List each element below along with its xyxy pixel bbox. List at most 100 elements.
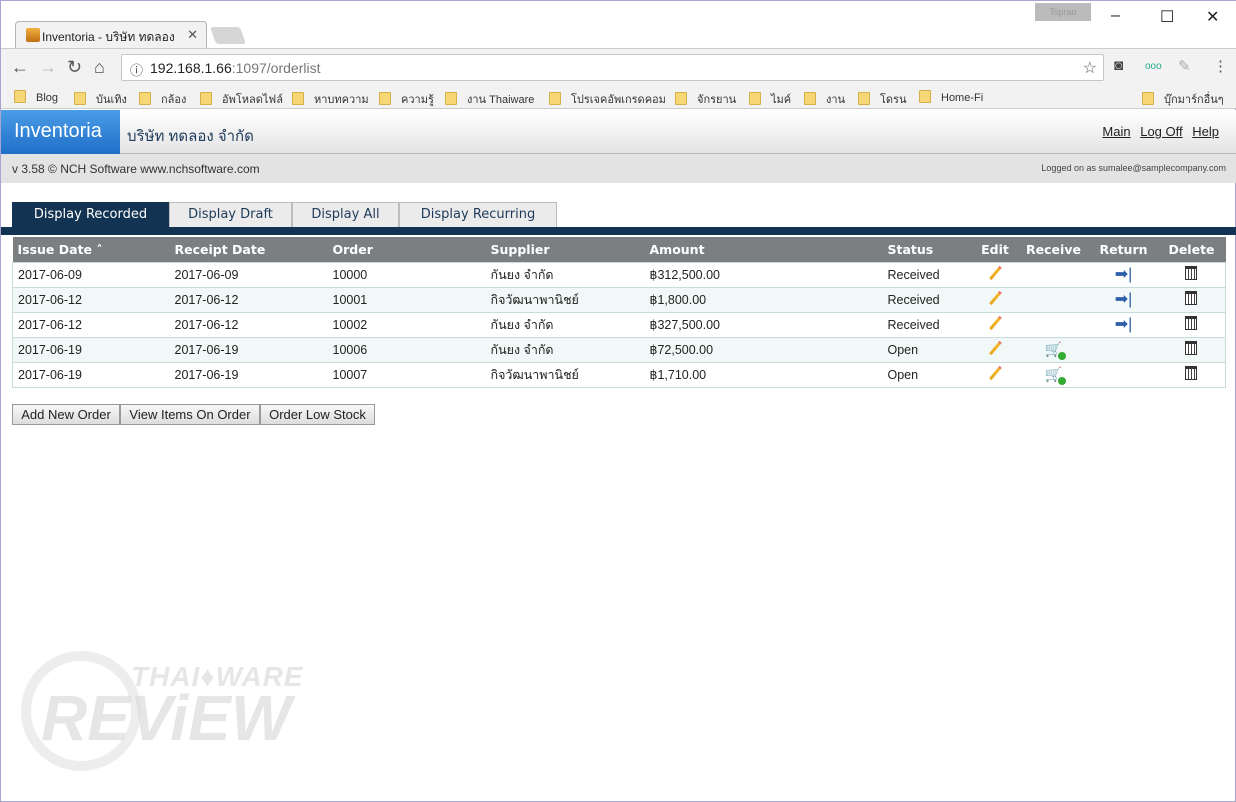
tab-display-recorded[interactable]: Display Recorded — [12, 202, 169, 227]
bookmark-label: บุ๊กมาร์กอื่นๆ — [1164, 94, 1224, 106]
maximize-icon[interactable]: ☐ — [1160, 7, 1174, 27]
tab-display-recurring[interactable]: Display Recurring — [399, 202, 557, 227]
reload-icon[interactable]: ↻ — [67, 57, 82, 78]
bookmark-item[interactable]: ไมค์ — [749, 90, 791, 108]
folder-icon — [139, 92, 151, 105]
pocket-icon[interactable]: ◙ — [1114, 57, 1123, 74]
delete-trash-icon[interactable] — [1185, 291, 1198, 305]
bookmark-item[interactable]: โดรน — [858, 90, 906, 108]
bookmark-label: งาน — [826, 94, 846, 106]
view-items-on-order-button[interactable]: View Items On Order — [120, 404, 260, 425]
bookmark-item[interactable]: จักรยาน — [675, 90, 736, 108]
delete-trash-icon[interactable] — [1185, 266, 1198, 280]
col-receipt-date[interactable]: Receipt Date — [169, 237, 328, 262]
table-row[interactable]: 2017-06-12 2017-06-12 10002 กันยง จำกัด ฿327… — [12, 312, 1226, 338]
bookmark-item[interactable]: บันเทิง — [74, 90, 127, 108]
return-arrow-icon[interactable]: ➡| — [1115, 266, 1133, 282]
bookmark-item[interactable]: Blog — [14, 90, 58, 104]
bookmark-item[interactable]: งาน Thaiware — [445, 90, 534, 108]
watermark-bottom: REViEW — [41, 682, 292, 754]
bookmark-item[interactable]: โปรเจคอัพเกรดคอม — [549, 90, 666, 108]
col-issue-date[interactable]: Issue Date ˄ — [12, 237, 170, 262]
col-supplier[interactable]: Supplier — [485, 237, 645, 262]
bookmark-item[interactable]: ความรู้ — [379, 90, 434, 108]
folder-icon — [749, 92, 761, 105]
table-row[interactable]: 2017-06-12 2017-06-12 10001 กิจวัฒนาพานิชย์… — [12, 287, 1226, 313]
folder-icon — [858, 92, 870, 105]
pen-extension-icon[interactable]: ✎ — [1178, 57, 1191, 75]
bookmark-label: อัพโหลดไฟล์ — [222, 94, 283, 106]
table-row[interactable]: 2017-06-19 2017-06-19 10006 กันยง จำกัด ฿72,… — [12, 337, 1226, 363]
folder-icon — [200, 92, 212, 105]
delete-trash-icon[interactable] — [1185, 341, 1198, 355]
receive-cart-icon[interactable]: 🛒 — [1045, 366, 1067, 385]
edit-pencil-icon[interactable] — [988, 315, 1002, 331]
back-icon[interactable]: ← — [11, 57, 29, 78]
receive-cart-icon[interactable]: 🛒 — [1045, 341, 1067, 360]
extension-icon[interactable]: ooo — [1145, 61, 1162, 72]
receipt-date: 2017-06-09 — [169, 262, 328, 288]
col-order[interactable]: Order — [327, 237, 486, 262]
delete-cell — [1157, 362, 1226, 388]
bookmark-label: ไมค์ — [771, 94, 792, 106]
edit-cell — [972, 262, 1018, 288]
website-link[interactable]: www.nchsoftware.com — [140, 162, 259, 176]
col-amount[interactable]: Amount — [644, 237, 883, 262]
url-path: :1097/orderlist — [231, 60, 321, 76]
log-off-link[interactable]: Log Off — [1140, 124, 1182, 139]
close-window-icon[interactable]: ✕ — [1206, 7, 1219, 27]
address-bar[interactable]: ⓘ 192.168.1.66:1097/orderlist ☆ — [121, 54, 1104, 81]
edit-pencil-icon[interactable] — [988, 290, 1002, 306]
bookmark-item[interactable]: งาน — [804, 90, 845, 108]
other-bookmarks[interactable]: บุ๊กมาร์กอื่นๆ — [1142, 90, 1224, 108]
bookmark-label: กล้อง — [161, 94, 187, 106]
status: Received — [882, 262, 973, 288]
add-new-order-button[interactable]: Add New Order — [12, 404, 120, 425]
order-low-stock-button[interactable]: Order Low Stock — [260, 404, 375, 425]
edit-pencil-icon[interactable] — [988, 265, 1002, 281]
app-header: Inventoria บริษัท ทดลอง จำกัด Main Log O… — [1, 110, 1236, 154]
edit-pencil-icon[interactable] — [988, 340, 1002, 356]
tab-display-draft[interactable]: Display Draft — [169, 202, 292, 227]
folder-icon — [919, 90, 931, 103]
folder-icon — [445, 92, 457, 105]
bookmark-item[interactable]: หาบทความ — [292, 90, 369, 108]
delete-cell — [1157, 287, 1226, 313]
col-delete: Delete — [1157, 237, 1226, 262]
menu-icon[interactable]: ⋮ — [1213, 57, 1228, 75]
edit-pencil-icon[interactable] — [988, 365, 1002, 381]
return-arrow-icon[interactable]: ➡| — [1115, 291, 1133, 307]
bookmark-item[interactable]: Home-Fi — [919, 90, 983, 104]
col-status[interactable]: Status — [882, 237, 973, 262]
forward-icon[interactable]: → — [39, 57, 57, 78]
table-row[interactable]: 2017-06-19 2017-06-19 10007 กิจวัฒนาพานิชย์… — [12, 362, 1226, 388]
supplier: กันยง จำกัด — [485, 337, 645, 363]
company-name: บริษัท ทดลอง จำกัด — [127, 128, 254, 145]
minimize-icon[interactable]: – — [1111, 7, 1120, 25]
order-number: 10000 — [327, 262, 486, 288]
main-link[interactable]: Main — [1102, 124, 1130, 139]
bookmark-star-icon[interactable]: ☆ — [1083, 58, 1097, 78]
supplier: กิจวัฒนาพานิชย์ — [485, 287, 645, 313]
home-icon[interactable]: ⌂ — [94, 57, 105, 78]
close-tab-icon[interactable]: ✕ — [187, 27, 198, 43]
delete-trash-icon[interactable] — [1185, 316, 1198, 330]
delete-trash-icon[interactable] — [1185, 366, 1198, 380]
return-cell — [1089, 337, 1158, 363]
bookmark-label: ความรู้ — [401, 94, 434, 106]
folder-icon — [14, 90, 26, 103]
version-text: v 3.58 © NCH Software — [12, 162, 141, 176]
folder-icon — [292, 92, 304, 105]
amount: ฿327,500.00 — [644, 312, 883, 338]
app-logo[interactable]: Inventoria — [1, 110, 120, 154]
return-arrow-icon[interactable]: ➡| — [1115, 316, 1133, 332]
new-tab-button[interactable] — [209, 27, 247, 44]
tab-display-all[interactable]: Display All — [292, 202, 399, 227]
table-row[interactable]: 2017-06-09 2017-06-09 10000 กันยง จำกัด ฿312… — [12, 262, 1226, 288]
bookmark-item[interactable]: อัพโหลดไฟล์ — [200, 90, 283, 108]
bookmark-item[interactable]: กล้อง — [139, 90, 186, 108]
browser-tab[interactable]: Inventoria - บริษัท ทดลอง ✕ — [15, 21, 207, 48]
profile-badge[interactable]: Tsprao — [1035, 3, 1091, 21]
help-link[interactable]: Help — [1192, 124, 1219, 139]
bookmark-label: Blog — [36, 92, 59, 104]
